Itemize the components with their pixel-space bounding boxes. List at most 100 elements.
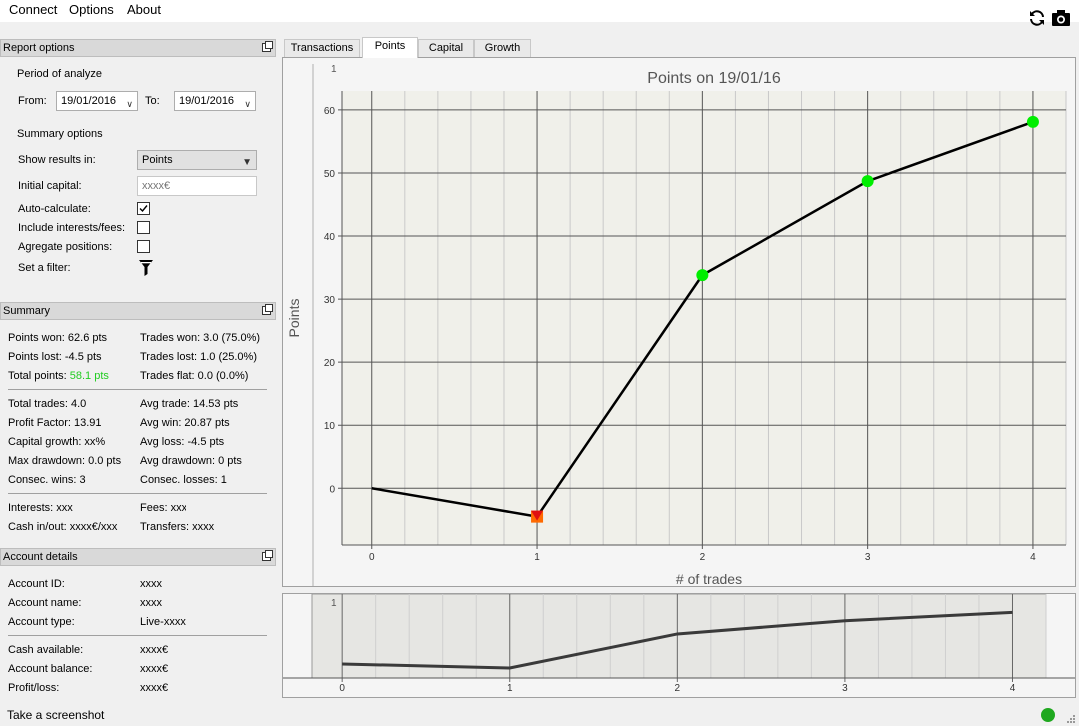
aggregate-positions-checkbox[interactable] [137, 240, 150, 253]
checkmark-icon [139, 205, 148, 213]
to-date-value: 19/01/2016 [179, 95, 235, 107]
account-name-label: Account name: [8, 597, 82, 609]
refresh-icon[interactable] [1027, 8, 1047, 28]
chevron-down-icon: ∨ [126, 99, 133, 109]
win-marker [696, 269, 709, 282]
consec-losses: Consec. losses: 1 [140, 474, 227, 486]
to-label: To: [145, 95, 160, 107]
from-date-picker[interactable]: 19/01/2016 ∨ [56, 91, 138, 111]
cash-in-out: Cash in/out: xxxx€/xxx [8, 521, 118, 533]
profit-loss-value: xxxx€ [140, 682, 169, 694]
y-tick-label: 0 [329, 484, 335, 495]
account-id-value: xxxx [140, 578, 162, 590]
report-options-title: Report options [3, 42, 75, 54]
overview-chart-panel: 0 1 2 3 4 1 [282, 593, 1076, 698]
from-date-value: 19/01/2016 [61, 95, 117, 107]
avg-drawdown: Avg drawdown: 0 pts [140, 455, 242, 467]
period-label: Period of analyze [17, 68, 102, 80]
plot-area [342, 91, 1066, 545]
menu-options[interactable]: Options [66, 2, 117, 17]
account-balance-value: xxxx€ [140, 663, 169, 675]
total-trades: Total trades: 4.0 [8, 398, 87, 410]
avg-win: Avg win: 20.87 pts [140, 417, 230, 429]
resize-grip-icon[interactable] [1066, 714, 1076, 724]
tab-transactions[interactable]: Transactions [284, 39, 360, 58]
include-interests-label: Include interests/fees: [18, 222, 126, 234]
win-marker [861, 175, 874, 188]
separator [8, 389, 267, 390]
y-tick-label: 20 [324, 358, 336, 369]
y-tick-label: 40 [324, 232, 336, 243]
trades-won: Trades won: 3.0 (75.0%) [140, 332, 261, 344]
points-chart[interactable]: 0 1 2 3 401020304050601Points on 19/01/16# o… [283, 58, 1075, 587]
avg-loss: Avg loss: -4.5 pts [140, 436, 225, 448]
overview-x-tick-label: 1 [507, 683, 513, 694]
x-tick-label: 4 [1030, 552, 1036, 563]
total-points-label: Total points: [8, 370, 70, 382]
float-panel-icon[interactable] [262, 304, 273, 315]
x-tick-label: 2 [700, 552, 706, 563]
chevron-down-icon: ∨ [244, 99, 251, 109]
status-message: Take a screenshot [7, 708, 105, 722]
total-points: Total points: 58.1 pts [8, 370, 109, 382]
tab-growth[interactable]: Growth [474, 39, 531, 58]
points-lost: Points lost: -4.5 pts [8, 351, 102, 363]
connection-status-indicator [1041, 708, 1055, 722]
win-marker [1026, 115, 1039, 128]
trades-lost: Trades lost: 1.0 (25.0%) [140, 351, 257, 363]
tab-capital[interactable]: Capital [418, 39, 474, 58]
overview-corner-label: 1 [331, 598, 337, 609]
to-date-picker[interactable]: 19/01/2016 ∨ [174, 91, 256, 111]
show-results-select[interactable]: Points ▼ [137, 150, 257, 170]
status-bar: Take a screenshot [0, 704, 1079, 726]
corner-label: 1 [331, 64, 337, 75]
separator [8, 493, 267, 494]
float-panel-icon[interactable] [262, 41, 273, 52]
overview-x-tick-label: 2 [675, 683, 681, 694]
points-chart-panel: 0 1 2 3 4 0 10 20 30 40 50 60 1 Points on 19/01/16 # o… [282, 57, 1076, 587]
overview-x-tick-label: 4 [1010, 683, 1016, 694]
show-results-label: Show results in: [18, 154, 96, 166]
overview-chart[interactable]: 0 1 2 3 4 1 [283, 593, 1075, 697]
initial-capital-input[interactable] [137, 176, 257, 196]
y-tick-label: 30 [324, 295, 336, 306]
account-details-title: Account details [3, 551, 78, 563]
summary-options-label: Summary options [17, 128, 103, 140]
show-results-value: Points [142, 154, 173, 166]
y-tick-label: 10 [324, 421, 336, 432]
summary-header: Summary [0, 302, 276, 320]
auto-calculate-checkbox[interactable] [137, 202, 150, 215]
aggregate-positions-label: Agregate positions: [18, 241, 113, 253]
x-axis-label: # of trades [676, 571, 742, 586]
trades-flat: Trades flat: 0.0 (0.0%) [140, 370, 249, 382]
camera-icon[interactable] [1051, 8, 1071, 28]
auto-calculate-label: Auto-calculate: [18, 203, 91, 215]
tab-points[interactable]: Points [362, 37, 418, 58]
max-drawdown: Max drawdown: 0.0 pts [8, 455, 122, 467]
summary-title: Summary [3, 305, 51, 317]
x-tick-label: 1 [534, 552, 540, 563]
separator [8, 635, 267, 636]
x-tick-label: 0 [369, 552, 375, 563]
profit-factor: Profit Factor: 13.91 [8, 417, 102, 429]
capital-growth: Capital growth: xx% [8, 436, 106, 448]
transfers: Transfers: xxxx [140, 521, 215, 533]
filter-icon[interactable] [139, 260, 153, 276]
account-name-value: xxxx [140, 597, 162, 609]
account-id-label: Account ID: [8, 578, 65, 590]
menu-about[interactable]: About [124, 2, 164, 17]
cash-available-value: xxxx€ [140, 644, 169, 656]
y-tick-label: 50 [324, 169, 336, 180]
caret-down-icon: ▼ [242, 157, 252, 168]
profit-loss-label: Profit/loss: [8, 682, 60, 694]
menu-bar: Connect Options About [0, 0, 1079, 22]
menu-connect[interactable]: Connect [6, 2, 60, 17]
y-axis-label: Points [286, 299, 302, 338]
float-panel-icon[interactable] [262, 550, 273, 561]
set-filter-label: Set a filter: [18, 262, 71, 274]
account-type-value: Live-xxxx [140, 616, 186, 628]
include-interests-checkbox[interactable] [137, 221, 150, 234]
total-points-value: 58.1 pts [69, 370, 109, 382]
report-options-header: Report options [0, 39, 276, 57]
avg-trade: Avg trade: 14.53 pts [140, 398, 239, 410]
